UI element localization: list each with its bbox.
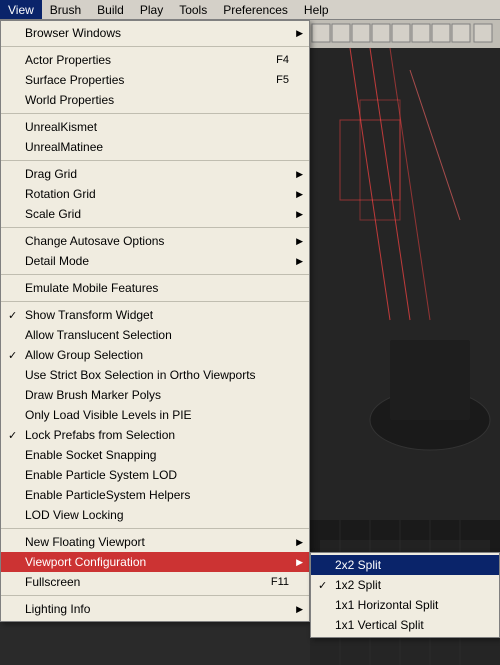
menubar-item-brush[interactable]: Brush xyxy=(42,0,89,19)
menu-item-allow-translucent[interactable]: Allow Translucent Selection xyxy=(1,325,309,345)
menu-item-world-properties[interactable]: World Properties xyxy=(1,90,309,110)
menu-item-browser-windows[interactable]: Browser Windows xyxy=(1,23,309,43)
menubar-item-build[interactable]: Build xyxy=(89,0,132,19)
submenu-item-1x1-horizontal[interactable]: 1x1 Horizontal Split xyxy=(311,595,499,615)
menu-item-unrealmatinee[interactable]: UnrealMatinee xyxy=(1,137,309,157)
menu-item-enable-socket[interactable]: Enable Socket Snapping xyxy=(1,445,309,465)
submenu-item-2x2-split[interactable]: 2x2 Split xyxy=(311,555,499,575)
menu-item-lock-prefabs[interactable]: Lock Prefabs from Selection xyxy=(1,425,309,445)
menu-item-change-autosave[interactable]: Change Autosave Options xyxy=(1,231,309,251)
separator-2 xyxy=(1,113,309,114)
menubar-item-play[interactable]: Play xyxy=(132,0,171,19)
menu-item-rotation-grid[interactable]: Rotation Grid xyxy=(1,184,309,204)
menu-item-detail-mode[interactable]: Detail Mode xyxy=(1,251,309,271)
separator-5 xyxy=(1,274,309,275)
menubar-item-tools[interactable]: Tools xyxy=(171,0,215,19)
menu-item-only-load[interactable]: Only Load Visible Levels in PIE xyxy=(1,405,309,425)
separator-1 xyxy=(1,46,309,47)
menu-item-actor-properties[interactable]: Actor Properties F4 xyxy=(1,50,309,70)
menu-item-viewport-config[interactable]: Viewport Configuration 2x2 Split 1x2 Spl… xyxy=(1,552,309,572)
separator-6 xyxy=(1,301,309,302)
separator-8 xyxy=(1,595,309,596)
menu-item-fullscreen[interactable]: Fullscreen F11 xyxy=(1,572,309,592)
submenu-item-1x2-split[interactable]: 1x2 Split xyxy=(311,575,499,595)
separator-4 xyxy=(1,227,309,228)
menu-item-unrealkismet[interactable]: UnrealKismet xyxy=(1,117,309,137)
submenu-item-1x1-vertical[interactable]: 1x1 Vertical Split xyxy=(311,615,499,635)
menu-item-allow-group[interactable]: Allow Group Selection xyxy=(1,345,309,365)
menu-item-show-transform[interactable]: Show Transform Widget xyxy=(1,305,309,325)
separator-3 xyxy=(1,160,309,161)
menu-item-emulate-mobile[interactable]: Emulate Mobile Features xyxy=(1,278,309,298)
menu-item-lod-view-locking[interactable]: LOD View Locking xyxy=(1,505,309,525)
menubar-item-preferences[interactable]: Preferences xyxy=(215,0,296,19)
menubar-item-view[interactable]: View xyxy=(0,0,42,19)
menu-item-scale-grid[interactable]: Scale Grid xyxy=(1,204,309,224)
menu-item-strict-box[interactable]: Use Strict Box Selection in Ortho Viewpo… xyxy=(1,365,309,385)
menubar-item-help[interactable]: Help xyxy=(296,0,337,19)
menu-item-surface-properties[interactable]: Surface Properties F5 xyxy=(1,70,309,90)
menu-item-lighting-info[interactable]: Lighting Info xyxy=(1,599,309,619)
menubar: View Brush Build Play Tools Preferences … xyxy=(0,0,500,20)
menu-item-new-floating[interactable]: New Floating Viewport xyxy=(1,532,309,552)
menu-item-enable-particle-helpers[interactable]: Enable ParticleSystem Helpers xyxy=(1,485,309,505)
viewport-config-submenu: 2x2 Split 1x2 Split 1x1 Horizontal Split… xyxy=(310,552,500,638)
menu-item-draw-brush[interactable]: Draw Brush Marker Polys xyxy=(1,385,309,405)
separator-7 xyxy=(1,528,309,529)
view-dropdown-menu: Browser Windows Actor Properties F4 Surf… xyxy=(0,20,310,622)
menu-item-enable-particle-lod[interactable]: Enable Particle System LOD xyxy=(1,465,309,485)
menu-item-drag-grid[interactable]: Drag Grid xyxy=(1,164,309,184)
